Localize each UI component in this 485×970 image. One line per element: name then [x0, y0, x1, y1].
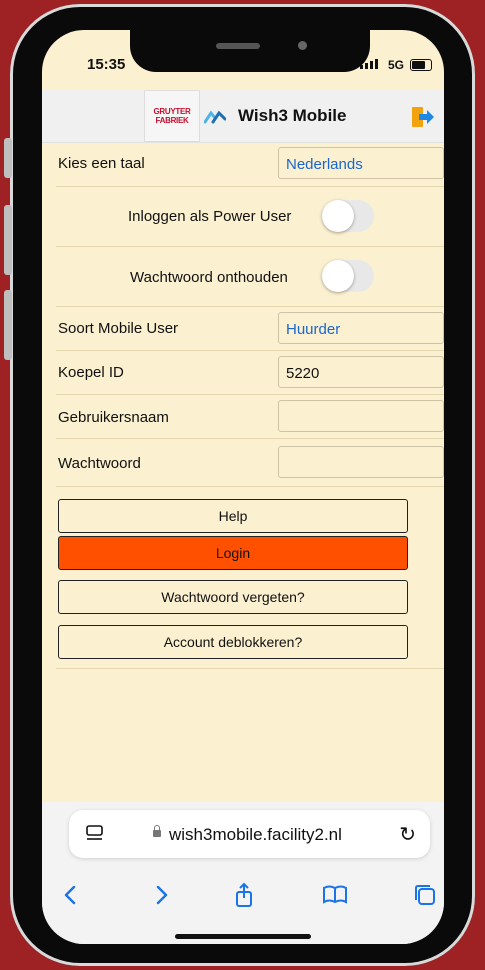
- power-user-row: Inloggen als Power User: [56, 186, 444, 247]
- volume-up-button: [4, 205, 12, 275]
- home-indicator: [175, 934, 311, 939]
- koepel-id-row: Koepel ID 5220: [56, 350, 444, 395]
- url-text: wish3mobile.facility2.nl: [169, 825, 342, 844]
- language-label: Kies een taal: [58, 155, 145, 172]
- remember-password-toggle[interactable]: [322, 260, 374, 292]
- reader-icon[interactable]: [85, 825, 105, 843]
- logo-text-1: GRUYTER: [153, 107, 191, 116]
- forward-icon[interactable]: [148, 882, 174, 908]
- username-row: Gebruikersnaam: [56, 394, 444, 439]
- power-user-label: Inloggen als Power User: [128, 208, 292, 225]
- password-row: Wachtwoord: [56, 438, 444, 487]
- tabs-icon[interactable]: [412, 882, 438, 908]
- battery-icon: [410, 59, 432, 71]
- mute-switch: [4, 138, 12, 178]
- app-header: GRUYTER FABRIEK Wish3 Mobile: [42, 90, 444, 143]
- divider: [56, 667, 444, 669]
- username-input[interactable]: [278, 400, 444, 432]
- help-button[interactable]: Help: [58, 499, 408, 533]
- exit-icon[interactable]: [410, 106, 434, 128]
- username-label: Gebruikersnaam: [58, 409, 169, 426]
- share-icon[interactable]: [231, 882, 257, 908]
- address-bar[interactable]: wish3mobile.facility2.nl ↻: [69, 810, 430, 858]
- language-row: Kies een taal Nederlands: [56, 142, 444, 187]
- language-select[interactable]: Nederlands: [278, 147, 444, 179]
- password-label: Wachtwoord: [58, 455, 141, 472]
- wish-logo-icon: [204, 110, 226, 124]
- user-type-row: Soort Mobile User Huurder: [56, 306, 444, 351]
- unblock-account-button[interactable]: Account deblokkeren?: [58, 625, 408, 659]
- volume-down-button: [4, 290, 12, 360]
- reload-icon[interactable]: ↻: [399, 822, 416, 847]
- remember-password-label: Wachtwoord onthouden: [130, 269, 288, 286]
- brand-logo: GRUYTER FABRIEK: [144, 90, 200, 142]
- lock-icon: [153, 825, 161, 837]
- user-type-label: Soort Mobile User: [58, 320, 179, 337]
- user-type-select[interactable]: Huurder: [278, 312, 444, 344]
- screen: 15:35 5G GRUYTER FABRIEK Wish3 Mobile Ki…: [42, 30, 444, 944]
- browser-toolbar: wish3mobile.facility2.nl ↻: [42, 802, 444, 944]
- logo-text-2: FABRIEK: [155, 116, 189, 125]
- notch: [130, 30, 370, 72]
- password-input[interactable]: [278, 446, 444, 478]
- bookmarks-icon[interactable]: [322, 882, 348, 908]
- back-icon[interactable]: [58, 882, 84, 908]
- power-user-toggle[interactable]: [322, 200, 374, 232]
- app-title: Wish3 Mobile: [238, 106, 347, 125]
- status-time: 15:35: [87, 56, 126, 73]
- koepel-id-input[interactable]: 5220: [278, 356, 444, 388]
- koepel-id-label: Koepel ID: [58, 364, 124, 381]
- remember-password-row: Wachtwoord onthouden: [56, 246, 444, 307]
- forgot-password-button[interactable]: Wachtwoord vergeten?: [58, 580, 408, 614]
- login-button[interactable]: Login: [58, 536, 408, 570]
- network-label: 5G: [387, 58, 404, 72]
